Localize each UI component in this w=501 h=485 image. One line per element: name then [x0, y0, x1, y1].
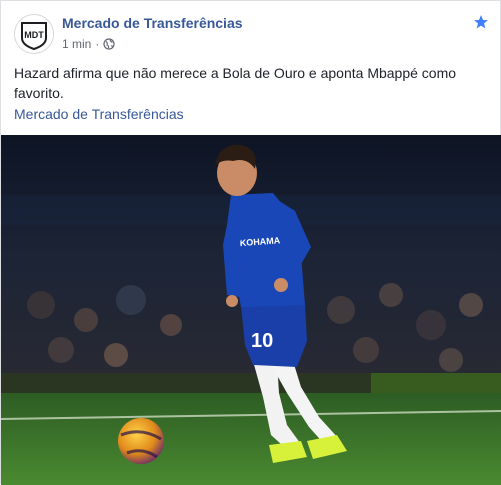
- football: [118, 418, 164, 464]
- pitch: [1, 393, 501, 485]
- shirt-number: 10: [251, 330, 273, 352]
- star-icon[interactable]: [473, 14, 489, 30]
- avatar-logo-text: MDT: [24, 30, 44, 40]
- page-name-link[interactable]: Mercado de Transferências: [62, 15, 243, 31]
- post-text: Hazard afirma que não merece a Bola de O…: [14, 65, 457, 101]
- mdt-logo: MDT: [21, 22, 47, 51]
- post-timestamp[interactable]: 1 min: [62, 37, 91, 51]
- post-photo[interactable]: 10 YOKOHAMA: [1, 135, 501, 485]
- globe-icon[interactable]: [103, 38, 115, 50]
- post-meta: 1 min ·: [62, 37, 115, 51]
- meta-separator: ·: [95, 37, 100, 51]
- post-header: MDT Mercado de Transferências 1 min ·: [1, 1, 501, 61]
- feed-post: MDT Mercado de Transferências 1 min · Ha…: [0, 0, 501, 485]
- page-link[interactable]: Mercado de Transferências: [14, 106, 184, 122]
- page-avatar[interactable]: MDT: [14, 14, 54, 54]
